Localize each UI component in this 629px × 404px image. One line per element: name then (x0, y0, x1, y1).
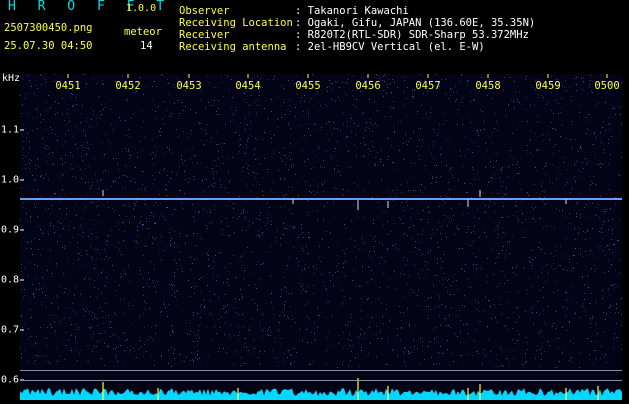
time-tick-label: 0458 (475, 80, 501, 92)
background-noise (20, 74, 622, 368)
spectrogram-panel (20, 74, 622, 400)
antenna-label: Receiving antenna (179, 41, 287, 53)
time-tick-label: 0457 (415, 80, 441, 92)
observer-label: Observer (179, 5, 230, 17)
antenna-value: : 2el-HB9CV Vertical (el. E-W) (295, 41, 485, 53)
datetime: 25.07.30 04:50 (4, 40, 93, 52)
time-tick-label: 0454 (235, 80, 261, 92)
noise-floor (20, 388, 622, 400)
frequency-tick-label: 0.9 (1, 224, 20, 236)
location-label: Receiving Location (179, 17, 293, 29)
time-tick-label: 0459 (535, 80, 561, 92)
frequency-tick-label: 0.6 (1, 374, 20, 386)
time-tick-label: 0451 (55, 80, 81, 92)
frequency-tick-label: 1.1 (1, 124, 20, 136)
header-panel: H R O F F T 1.0.0 2507300450.png 25.07.3… (0, 0, 629, 72)
meteor-label: meteor (124, 26, 162, 38)
receiver-label: Receiver (179, 29, 230, 41)
observer-value: : Takanori Kawachi (295, 5, 409, 17)
spectrogram-plot (20, 74, 622, 400)
frequency-tick-label: 0.8 (1, 274, 20, 286)
time-tick-label: 0452 (115, 80, 141, 92)
location-value: : Ogaki, Gifu, JAPAN (136.60E, 35.35N) (295, 17, 536, 29)
separator-line-upper (20, 370, 622, 371)
time-tick-label: 0500 (594, 80, 620, 92)
time-tick-label: 0453 (176, 80, 202, 92)
frequency-unit-label: kHz (2, 73, 21, 84)
frequency-tick-label: 0.7 (1, 324, 20, 336)
separator-line-lower (20, 380, 622, 381)
meteor-count: 14 (140, 40, 153, 52)
time-tick-label: 0455 (295, 80, 321, 92)
receiver-value: : R820T2(RTL-SDR) SDR-Sharp 53.372MHz (295, 29, 529, 41)
app-version: 1.0.0 (126, 3, 157, 14)
time-tick-label: 0456 (355, 80, 381, 92)
filename: 2507300450.png (4, 22, 93, 34)
frequency-tick-label: 1.0 (1, 174, 20, 186)
